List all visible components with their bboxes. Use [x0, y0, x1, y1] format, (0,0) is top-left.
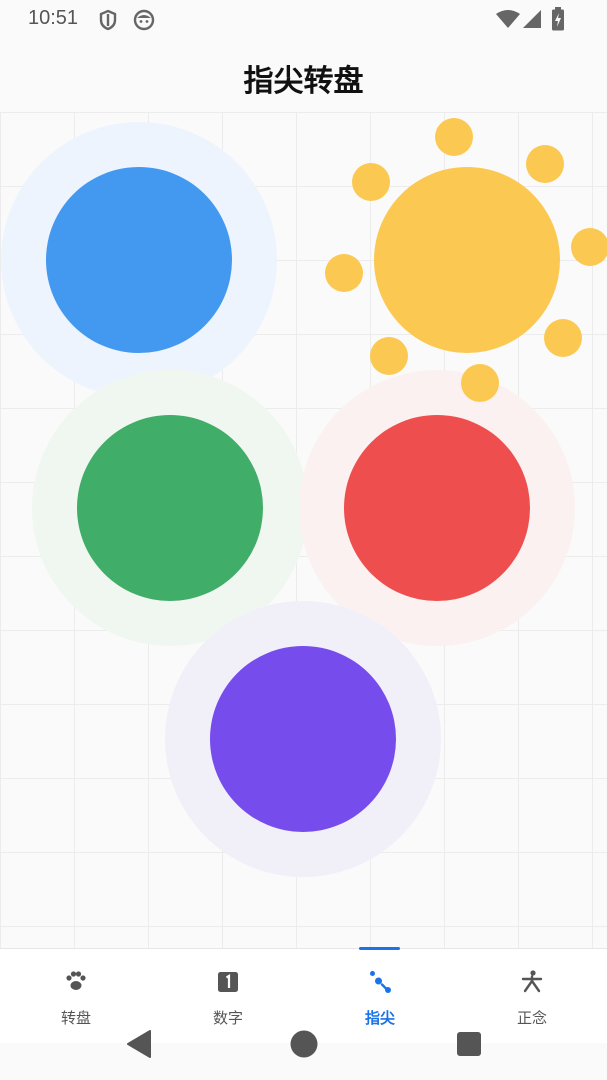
purple-finger[interactable] [210, 646, 396, 832]
finger-canvas[interactable] [0, 112, 607, 948]
blue-finger[interactable] [46, 167, 232, 353]
sun-ray [325, 254, 363, 292]
face-icon [133, 9, 155, 35]
recents-button[interactable] [457, 1032, 481, 1060]
sun-ray [370, 337, 408, 375]
sun-ray [352, 163, 390, 201]
system-navigation-bar [0, 1010, 607, 1080]
shield-icon [98, 9, 118, 35]
back-button[interactable] [126, 1030, 152, 1062]
paw-icon [63, 969, 89, 995]
home-button[interactable] [290, 1030, 318, 1062]
red-finger[interactable] [344, 415, 530, 601]
sun-ray [435, 118, 473, 156]
app-header: 指尖转盘 [0, 40, 607, 113]
battery-charging-icon [551, 7, 565, 35]
meditation-icon [519, 969, 545, 995]
yellow-finger[interactable] [374, 167, 560, 353]
status-time: 10:51 [28, 7, 79, 29]
sun-ray [571, 228, 607, 266]
status-bar: 10:51 [0, 0, 607, 40]
fingertip-icon [367, 969, 393, 995]
page-title: 指尖转盘 [243, 64, 364, 99]
wifi-icon [496, 9, 520, 33]
sun-ray [544, 319, 582, 357]
green-finger[interactable] [77, 415, 263, 601]
cellular-signal-icon [522, 9, 542, 33]
sun-ray [526, 145, 564, 183]
number-one-icon [215, 969, 241, 995]
sun-ray [461, 364, 499, 402]
